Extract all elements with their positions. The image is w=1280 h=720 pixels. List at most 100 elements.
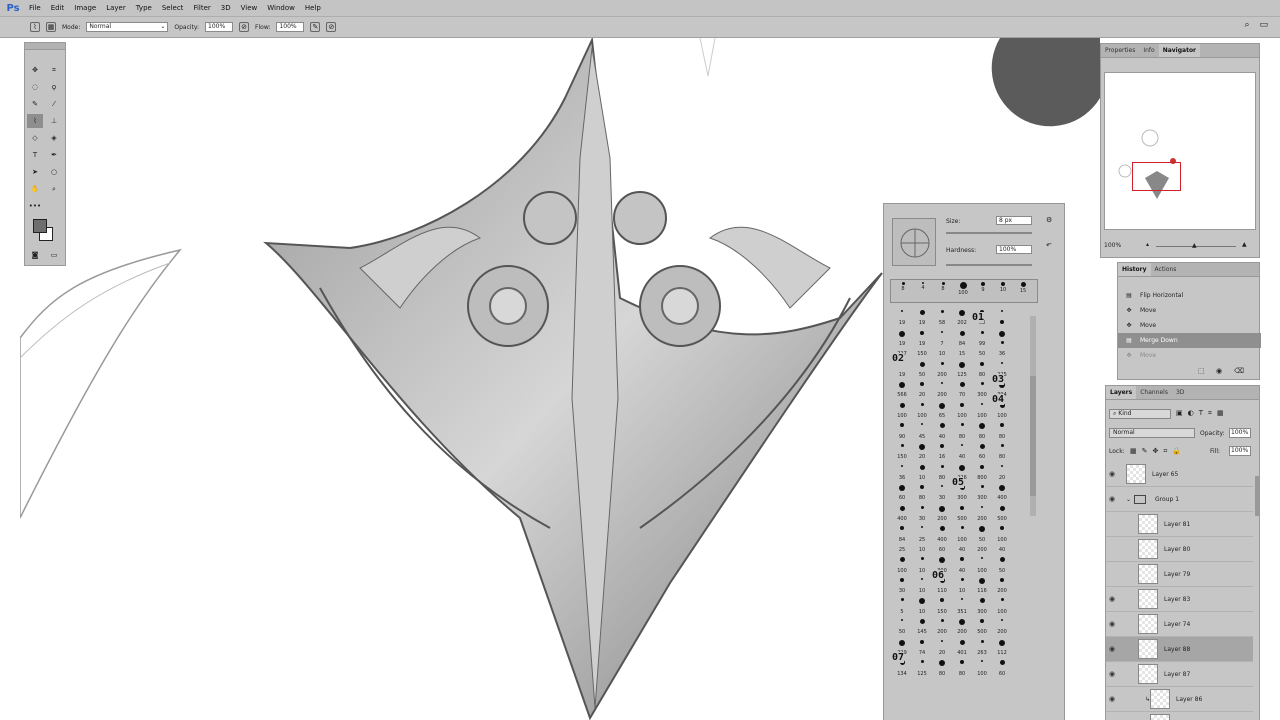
layer-thumbnail[interactable] [1138, 539, 1158, 559]
zoom-slider-thumb[interactable]: ▲ [1192, 242, 1197, 249]
brush-preset[interactable]: 50 [992, 568, 1012, 578]
tab-history[interactable]: History [1118, 263, 1151, 276]
brush-preset[interactable]: 400 [992, 495, 1012, 505]
visibility-eye-icon[interactable]: ◉ [1106, 495, 1118, 503]
brush-preset[interactable]: 500 [952, 516, 972, 526]
brush-preset[interactable] [932, 443, 952, 454]
brush-preset[interactable]: 116 [972, 588, 992, 598]
hardness-slider[interactable] [946, 264, 1032, 266]
brush-preset[interactable] [972, 660, 992, 670]
menu-help[interactable]: Help [305, 4, 321, 12]
type-tool-icon[interactable]: T [27, 148, 43, 162]
layer-row[interactable]: ◉ ↳ Layer 86 [1106, 687, 1253, 712]
layer-filter-select[interactable]: ⌕ Kind [1109, 409, 1171, 419]
flow-input[interactable]: 100% [276, 22, 305, 32]
brush-preset[interactable]: 200 [932, 392, 952, 402]
menu-edit[interactable]: Edit [51, 4, 65, 12]
tools-panel-header[interactable] [25, 43, 65, 50]
layer-row[interactable]: ◉ Layer 88 [1106, 637, 1253, 662]
blend-mode-select[interactable]: Normal [1109, 428, 1195, 438]
layer-name[interactable]: Layer 88 [1164, 646, 1190, 653]
layer-row[interactable]: ◉ Layer 83 [1106, 587, 1253, 612]
brush-preset[interactable] [972, 361, 992, 372]
eyedropper-tool-icon[interactable]: ⁄ [46, 97, 62, 111]
workspace-icon[interactable]: ▭ [1259, 20, 1268, 30]
recent-brush[interactable]: 8 [893, 280, 913, 300]
brush-preset[interactable]: 10 [932, 351, 952, 361]
brush-preset[interactable] [892, 505, 912, 516]
brush-preset[interactable] [952, 557, 972, 567]
brush-preset[interactable] [932, 310, 952, 320]
brush-preset[interactable]: 100 [892, 568, 912, 578]
brush-preset[interactable]: 30 [892, 588, 912, 598]
quick-mask-icon[interactable]: ◙ [27, 248, 43, 262]
brush-preset[interactable]: 80 [932, 671, 952, 681]
brush-preset[interactable] [992, 361, 1012, 372]
layer-name[interactable]: Layer 81 [1164, 521, 1190, 528]
brush-preset[interactable] [932, 485, 952, 495]
recent-brush[interactable]: 4 [913, 280, 933, 300]
brush-list-scrollbar[interactable] [1030, 316, 1036, 516]
brush-preset[interactable]: 300 [972, 609, 992, 619]
brush-preset[interactable] [912, 485, 932, 495]
marquee-tool-icon[interactable]: ◌ [27, 80, 43, 94]
tab-layers[interactable]: Layers [1106, 386, 1137, 399]
brush-preset[interactable]: 80 [952, 434, 972, 444]
layer-row[interactable]: ◉ Layer 87 [1106, 662, 1253, 687]
brush-preset[interactable]: 125 [912, 671, 932, 681]
lasso-tool-icon[interactable]: ϙ [46, 80, 62, 94]
brush-preset[interactable]: 40 [952, 568, 972, 578]
brush-preset[interactable]: 100 [912, 413, 932, 423]
brush-preset[interactable] [912, 505, 932, 516]
zoom-tool-icon[interactable]: ⌕ [46, 182, 62, 196]
brush-preset[interactable]: 80 [992, 454, 1012, 464]
brush-preset[interactable]: 10 [912, 609, 932, 619]
brush-preset[interactable]: 90 [892, 434, 912, 444]
brush-preset[interactable]: 84 [952, 341, 972, 351]
brush-preset[interactable]: 100 [892, 413, 912, 423]
layer-thumbnail[interactable] [1150, 714, 1170, 720]
stamp-tool-icon[interactable]: ⊥ [46, 114, 62, 128]
layers-scrollbar[interactable] [1255, 476, 1260, 516]
brush-preset[interactable]: 80 [912, 495, 932, 505]
brush-preset[interactable] [972, 485, 992, 495]
brush-preset[interactable]: 36 [892, 475, 912, 485]
menu-file[interactable]: File [29, 4, 41, 12]
size-input[interactable]: 8 px [996, 216, 1032, 225]
brush-preset[interactable] [972, 505, 992, 516]
tab-actions[interactable]: Actions [1151, 263, 1181, 276]
visibility-eye-icon[interactable]: ◉ [1106, 620, 1118, 628]
foreground-color-swatch[interactable] [33, 219, 47, 233]
brush-preset[interactable] [912, 310, 932, 320]
brush-preset[interactable]: 112 [992, 650, 1012, 660]
history-item-selected[interactable]: ▤ Merge Down [1118, 333, 1261, 348]
brush-preset[interactable] [912, 402, 932, 413]
layer-fill-input[interactable]: 100% [1229, 446, 1251, 456]
history-item[interactable]: ▤ Flip Horizontal [1118, 288, 1261, 303]
brush-preset[interactable] [892, 330, 912, 341]
brush-preset[interactable]: 50 [972, 351, 992, 361]
brush-preset[interactable]: 400 [932, 537, 952, 547]
brush-preset[interactable] [992, 464, 1012, 475]
quick-select-tool-icon[interactable]: ✎ [27, 97, 43, 111]
brush-preset[interactable] [892, 639, 912, 650]
brush-preset[interactable] [932, 361, 952, 372]
brush-preset[interactable]: 19 [892, 341, 912, 351]
brush-preset[interactable] [992, 340, 1012, 351]
brush-preset[interactable] [972, 557, 992, 567]
layer-row[interactable]: Layer 81 [1106, 512, 1253, 537]
brush-preset[interactable] [992, 310, 1012, 320]
layer-name[interactable]: Layer 79 [1164, 571, 1190, 578]
lock-icons[interactable]: ▦✎✥⌗🔒 [1130, 447, 1186, 456]
brush-preset[interactable] [952, 330, 972, 341]
brush-panel-toggle-icon[interactable]: ▦ [46, 22, 56, 32]
layer-row[interactable]: ◉ Layer 74 [1106, 612, 1253, 637]
layer-name[interactable]: Group 1 [1155, 496, 1179, 503]
brush-preset[interactable]: 80 [952, 671, 972, 681]
brush-preset[interactable] [952, 443, 972, 454]
layer-thumbnail[interactable] [1138, 664, 1158, 684]
brush-preset[interactable]: 19 [912, 341, 932, 351]
brush-preset[interactable] [952, 382, 972, 392]
history-item[interactable]: ✥ Move [1118, 318, 1261, 333]
brush-preset[interactable]: 60 [892, 495, 912, 505]
